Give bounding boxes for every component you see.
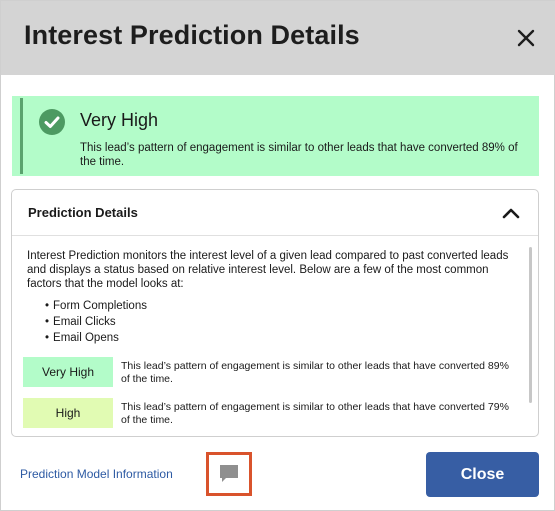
factor-item: Email Clicks bbox=[45, 314, 147, 330]
level-description: This lead’s pattern of engagement is sim… bbox=[121, 401, 509, 426]
details-intro: Interest Prediction monitors the interes… bbox=[27, 250, 509, 290]
interest-prediction-dialog: Interest Prediction Details Very High Th… bbox=[0, 0, 555, 511]
feedback-button[interactable] bbox=[206, 452, 252, 496]
factor-list: Form Completions Email Clicks Email Open… bbox=[45, 298, 147, 346]
level-badge-very-high: Very High bbox=[23, 357, 113, 387]
prediction-details-panel: Prediction Details Interest Prediction m… bbox=[11, 189, 539, 437]
level-description: This lead’s pattern of engagement is sim… bbox=[121, 360, 509, 385]
level-row-high: High This lead’s pattern of engagement i… bbox=[23, 398, 513, 430]
factor-item: Form Completions bbox=[45, 298, 147, 314]
check-circle-icon bbox=[38, 108, 66, 136]
prediction-banner: Very High This lead’s pattern of engagem… bbox=[12, 96, 539, 176]
dialog-title: Interest Prediction Details bbox=[24, 20, 360, 50]
details-title: Prediction Details bbox=[28, 205, 138, 220]
close-button[interactable]: Close bbox=[426, 452, 539, 497]
level-row-very-high: Very High This lead’s pattern of engagem… bbox=[23, 357, 513, 389]
close-icon[interactable] bbox=[513, 25, 539, 51]
details-scrollbar[interactable] bbox=[529, 247, 532, 403]
banner-title: Very High bbox=[80, 110, 159, 130]
banner-accent-bar bbox=[20, 98, 23, 174]
chevron-up-icon[interactable] bbox=[502, 206, 520, 220]
banner-description: This lead’s pattern of engagement is sim… bbox=[80, 142, 518, 168]
details-header[interactable]: Prediction Details bbox=[12, 190, 538, 236]
factor-item: Email Opens bbox=[45, 330, 147, 346]
dialog-header: Interest Prediction Details bbox=[1, 1, 555, 75]
details-body: Interest Prediction monitors the interes… bbox=[12, 237, 538, 436]
level-badge-high: High bbox=[23, 398, 113, 428]
prediction-model-info-link[interactable]: Prediction Model Information bbox=[20, 467, 173, 481]
comment-icon bbox=[220, 465, 238, 482]
